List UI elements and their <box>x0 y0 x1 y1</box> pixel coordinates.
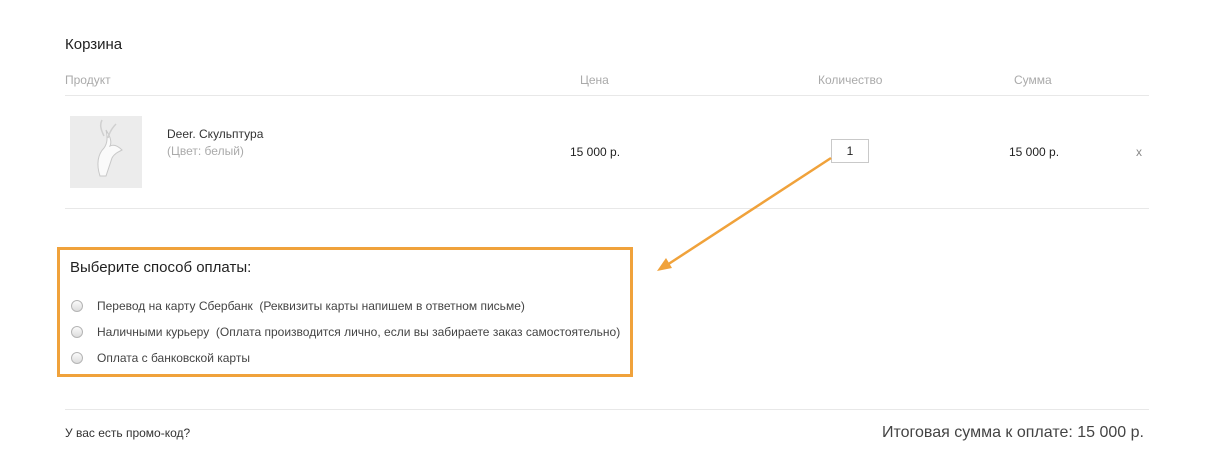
payment-method-title: Выберите способ оплаты: <box>70 259 252 276</box>
radio-button[interactable] <box>71 300 83 312</box>
footer-divider <box>65 409 1149 410</box>
payment-option-label[interactable]: Оплата с банковской карты <box>97 351 250 365</box>
annotation-arrow <box>657 156 832 271</box>
payment-option-label[interactable]: Наличными курьеру (Оплата производится л… <box>97 325 620 339</box>
payment-option-bank-card[interactable]: Оплата с банковской карты <box>71 351 250 365</box>
payment-option-label[interactable]: Перевод на карту Сбербанк (Реквизиты кар… <box>97 299 525 313</box>
radio-button[interactable] <box>71 352 83 364</box>
payment-option-sberbank[interactable]: Перевод на карту Сбербанк (Реквизиты кар… <box>71 299 525 313</box>
payment-option-courier-cash[interactable]: Наличными курьеру (Оплата производится л… <box>71 325 620 339</box>
order-total: Итоговая сумма к оплате: 15 000 р. <box>882 424 1144 441</box>
promo-code-link[interactable]: У вас есть промо-код? <box>65 426 190 440</box>
radio-button[interactable] <box>71 326 83 338</box>
